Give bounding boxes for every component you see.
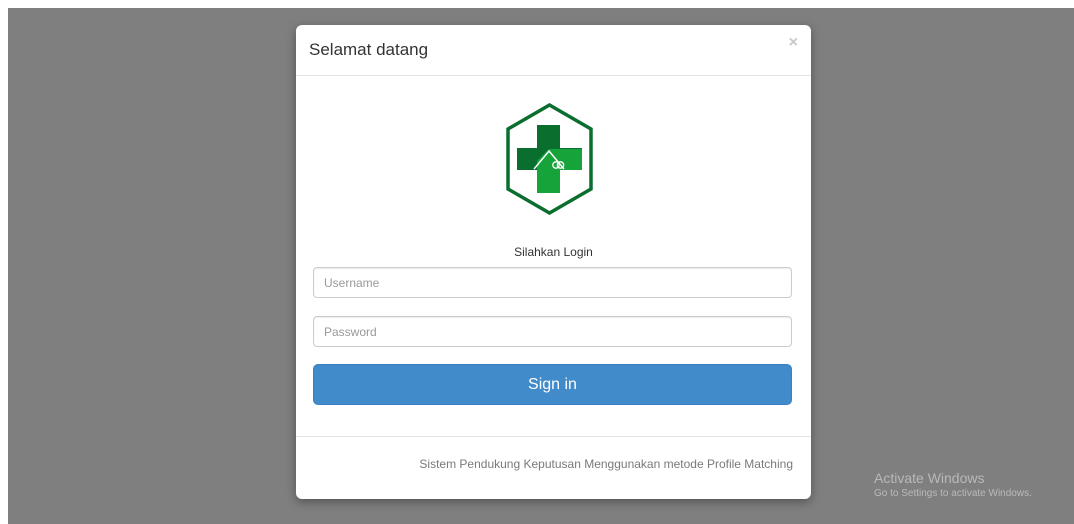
modal-footer: Sistem Pendukung Keputusan Menggunakan m… [296, 436, 811, 499]
login-prompt: Silahkan Login [514, 245, 593, 259]
activate-windows-watermark: Activate Windows Go to Settings to activ… [874, 470, 1032, 500]
health-cross-hexagon-icon [506, 103, 593, 215]
modal-title: Selamat datang [309, 40, 429, 59]
watermark-title: Activate Windows [874, 470, 985, 486]
watermark-subtitle: Go to Settings to activate Windows. [874, 488, 1032, 499]
username-input[interactable] [313, 267, 792, 298]
sign-in-button[interactable]: Sign in [313, 364, 792, 405]
close-button[interactable]: × [789, 35, 798, 51]
modal-header: Selamat datang × [296, 25, 811, 76]
password-input[interactable] [313, 316, 792, 347]
login-modal: Selamat datang × Silahkan Login Sign in … [296, 25, 811, 499]
footer-text: Sistem Pendukung Keputusan Menggunakan m… [419, 457, 793, 471]
